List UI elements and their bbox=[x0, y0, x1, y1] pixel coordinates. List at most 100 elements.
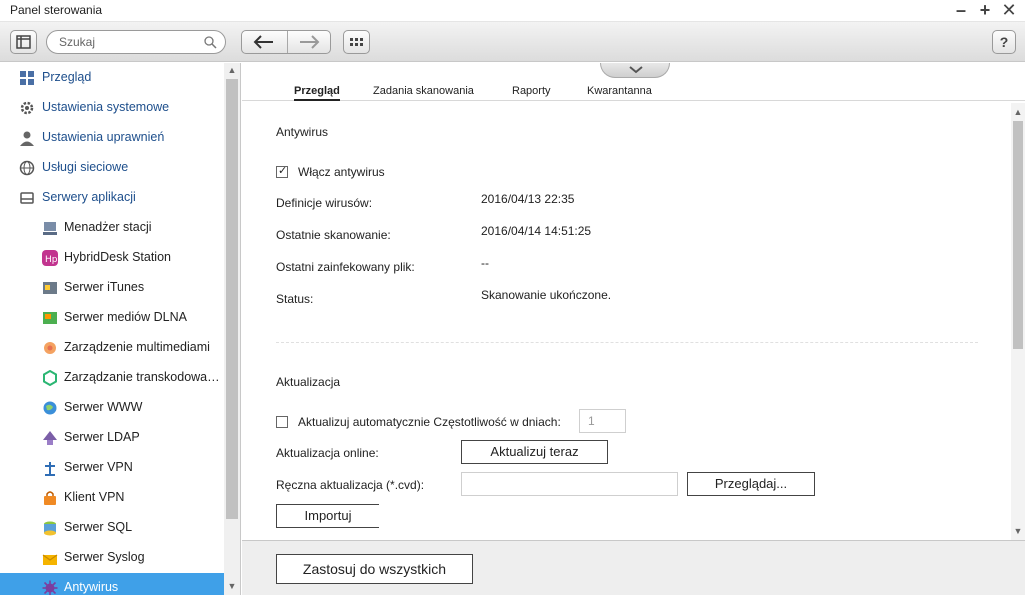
import-button[interactable]: Importuj bbox=[276, 504, 379, 528]
main-scroll-up-icon[interactable]: ▲ bbox=[1012, 105, 1024, 119]
station-icon bbox=[43, 222, 57, 235]
sidebar-item-label: Serwer WWW bbox=[64, 400, 143, 414]
sidebar-item-label: Serwery aplikacji bbox=[42, 190, 136, 204]
help-button[interactable]: ? bbox=[992, 30, 1016, 54]
main-scroll-down-icon[interactable]: ▼ bbox=[1012, 524, 1024, 538]
vpn-server-icon bbox=[45, 462, 55, 476]
search-input[interactable] bbox=[59, 35, 199, 49]
sidebar-item[interactable]: Zarządzanie transkodowa… bbox=[0, 363, 224, 393]
sidebar-item-label: Usługi sieciowe bbox=[42, 160, 129, 174]
sidebar-item-label: HybridDesk Station bbox=[64, 250, 171, 264]
enable-antivirus-label: Włącz antywirus bbox=[298, 165, 385, 179]
grid-icon bbox=[20, 71, 34, 85]
back-button[interactable] bbox=[242, 31, 287, 53]
sidebar-item-label: Serwer SQL bbox=[64, 520, 133, 534]
sidebar-item[interactable]: Serwer iTunes bbox=[0, 273, 224, 303]
sql-icon bbox=[44, 521, 56, 536]
tab-quarantine[interactable]: Kwarantanna bbox=[587, 85, 652, 97]
virus-definitions-label: Definicje wirusów: bbox=[276, 196, 373, 210]
apps-grid-button[interactable] bbox=[343, 30, 370, 54]
minimize-button[interactable]: – bbox=[950, 0, 972, 22]
sidebar-item[interactable]: Przegląd bbox=[0, 63, 224, 93]
syslog-icon bbox=[42, 554, 58, 565]
sidebar-item[interactable]: Antywirus bbox=[0, 573, 224, 595]
update-now-button[interactable]: Aktualizuj teraz bbox=[461, 440, 608, 464]
manual-update-label: Ręczna aktualizacja (*.cvd): bbox=[276, 478, 425, 492]
sidebar-item[interactable]: Serwer WWW bbox=[0, 393, 224, 423]
footer-bar: Zastosuj do wszystkich bbox=[242, 540, 1025, 595]
forward-button[interactable] bbox=[288, 31, 331, 53]
collapse-handle[interactable] bbox=[600, 63, 670, 78]
close-button[interactable]: ✕ bbox=[998, 0, 1020, 22]
sidebar-item[interactable]: Zarządzenie multimediami bbox=[0, 333, 224, 363]
server-icon bbox=[20, 192, 34, 204]
antivirus-icon bbox=[42, 580, 58, 595]
title-bar: Panel sterowania – + ✕ bbox=[0, 0, 1025, 22]
sidebar-item-label: Przegląd bbox=[42, 70, 92, 84]
tab-bar: Przegląd Zadania skanowania Raporty Kwar… bbox=[242, 63, 1025, 101]
online-update-label: Aktualizacja online: bbox=[276, 446, 379, 460]
search-box[interactable] bbox=[46, 30, 226, 54]
sidebar-item-label: Ustawienia uprawnień bbox=[42, 130, 165, 144]
content-area: Antywirus Włącz antywirus Definicje wiru… bbox=[242, 103, 1012, 540]
dlna-icon bbox=[43, 312, 57, 324]
sidebar-item[interactable]: Menadżer stacji bbox=[0, 213, 224, 243]
main-scrollbar[interactable]: ▲ ▼ bbox=[1011, 103, 1025, 540]
sidebar-item[interactable]: Hp HybridDesk Station bbox=[0, 243, 224, 273]
search-icon[interactable] bbox=[204, 36, 217, 49]
main-scroll-thumb[interactable] bbox=[1013, 121, 1023, 349]
sidebar-item[interactable]: Usługi sieciowe bbox=[0, 153, 224, 183]
tab-overview[interactable]: Przegląd bbox=[294, 85, 340, 101]
scroll-down-icon[interactable]: ▼ bbox=[226, 579, 238, 593]
apply-to-all-button[interactable]: Zastosuj do wszystkich bbox=[276, 554, 473, 584]
auto-update-label: Aktualizuj automatycznie Częstotliwość w… bbox=[298, 415, 561, 429]
sidebar-item-label: Serwer VPN bbox=[64, 460, 133, 474]
tab-scan-jobs[interactable]: Zadania skanowania bbox=[373, 85, 474, 97]
sidebar-item[interactable]: Serwer SQL bbox=[0, 513, 224, 543]
sidebar-toggle-button[interactable] bbox=[10, 30, 37, 54]
globe-icon bbox=[19, 160, 35, 176]
svg-text:Hp: Hp bbox=[45, 255, 58, 265]
auto-update-checkbox[interactable] bbox=[276, 416, 288, 428]
sidebar: Przegląd Ustawienia systemowe Ustawienia u… bbox=[0, 63, 241, 595]
sidebar-item[interactable]: Serwer mediów DLNA bbox=[0, 303, 224, 333]
maximize-button[interactable]: + bbox=[974, 0, 996, 22]
gear-icon bbox=[20, 101, 34, 115]
vpn-client-icon bbox=[44, 491, 56, 505]
status-label: Status: bbox=[276, 292, 314, 306]
user-icon bbox=[20, 131, 34, 146]
itunes-icon bbox=[43, 282, 57, 294]
sidebar-item[interactable]: Serwery aplikacji bbox=[0, 183, 224, 213]
sidebar-item-label: Klient VPN bbox=[64, 490, 125, 504]
last-infected-value: -- bbox=[481, 256, 489, 270]
tab-reports[interactable]: Raporty bbox=[512, 85, 551, 97]
scroll-up-icon[interactable]: ▲ bbox=[226, 63, 238, 77]
enable-antivirus-checkbox[interactable] bbox=[276, 164, 288, 178]
apps-grid-icon bbox=[350, 38, 363, 46]
toolbar: ? bbox=[0, 22, 1025, 62]
sidebar-item[interactable]: Ustawienia uprawnień bbox=[0, 123, 224, 153]
sidebar-scrollbar[interactable]: ▲ ▼ bbox=[224, 63, 240, 595]
sidebar-item[interactable]: Serwer Syslog bbox=[0, 543, 224, 573]
manual-update-file-input[interactable] bbox=[461, 472, 678, 496]
main-panel: Przegląd Zadania skanowania Raporty Kwar… bbox=[242, 63, 1025, 595]
sidebar-scroll-thumb[interactable] bbox=[226, 79, 238, 519]
sidebar-item-label: Serwer Syslog bbox=[64, 550, 145, 564]
sidebar-item[interactable]: Serwer VPN bbox=[0, 453, 224, 483]
browse-button[interactable]: Przeglądaj... bbox=[687, 472, 815, 496]
sidebar-item[interactable]: Klient VPN bbox=[0, 483, 224, 513]
update-section-title: Aktualizacja bbox=[276, 375, 341, 389]
sidebar-item-label: Serwer mediów DLNA bbox=[64, 310, 187, 324]
sidebar-item[interactable]: Serwer LDAP bbox=[0, 423, 224, 453]
virus-definitions-value: 2016/04/13 22:35 bbox=[481, 192, 575, 206]
sidebar-item-label: Zarządzenie multimediami bbox=[64, 340, 210, 354]
chevron-down-icon bbox=[629, 66, 643, 74]
sidebar-item-label: Zarządzanie transkodowa… bbox=[64, 370, 220, 384]
frequency-input[interactable]: 1 bbox=[579, 409, 626, 433]
sidebar-item-label: Ustawienia systemowe bbox=[42, 100, 170, 114]
sidebar-item[interactable]: Ustawienia systemowe bbox=[0, 93, 224, 123]
antivirus-section-title: Antywirus bbox=[276, 125, 329, 139]
arrow-right-icon bbox=[300, 35, 320, 49]
status-value: Skanowanie ukończone. bbox=[481, 288, 612, 302]
navigation-buttons bbox=[241, 30, 331, 54]
